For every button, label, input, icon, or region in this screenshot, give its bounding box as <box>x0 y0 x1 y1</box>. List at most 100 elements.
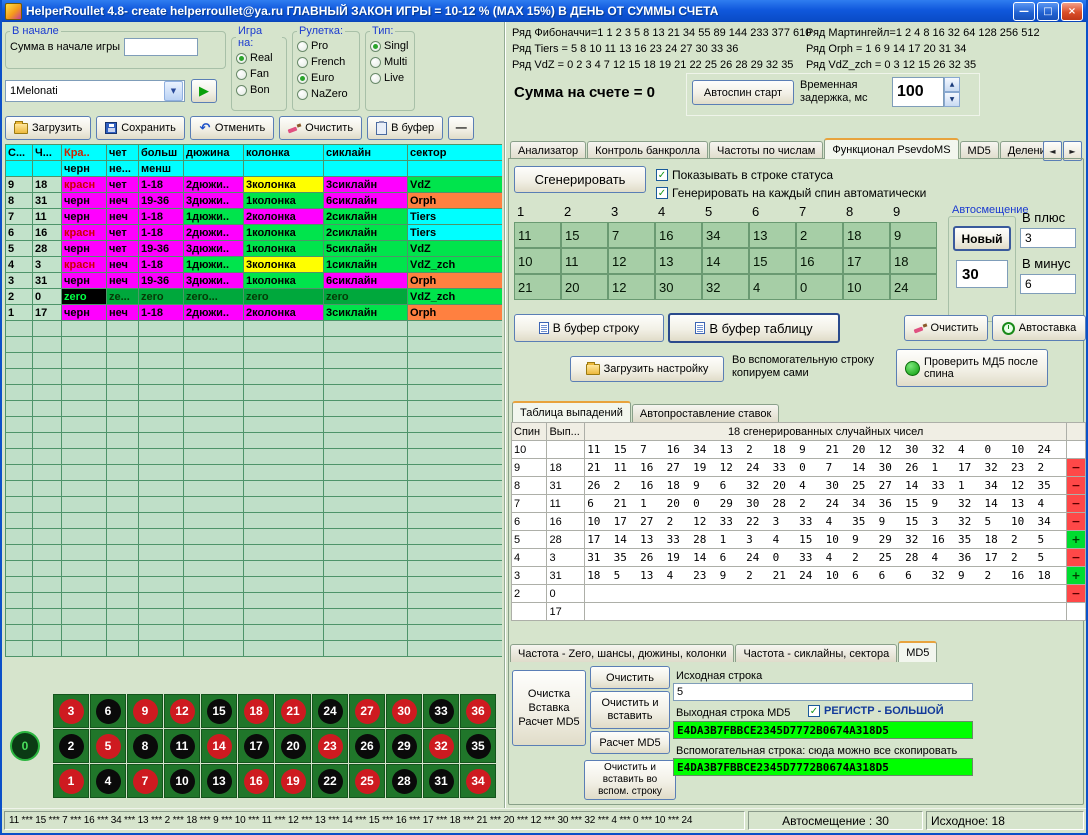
bottom-tab-0[interactable]: Частота - Zero, шансы, дюжины, колонки <box>510 644 734 662</box>
roulette-cell-5[interactable]: 5 <box>90 729 126 763</box>
roulette-cell-16[interactable]: 16 <box>238 764 274 798</box>
roulette-number-10[interactable]: 10 <box>170 769 195 794</box>
roulette-cell-2[interactable]: 2 <box>53 729 89 763</box>
roulette-cell-13[interactable]: 13 <box>201 764 237 798</box>
roulette-number-3[interactable]: 3 <box>59 699 84 724</box>
maximize-button[interactable]: □ <box>1037 2 1059 21</box>
checkbox-auto-generate[interactable]: ✓ Генерировать на каждый спин автоматиче… <box>656 186 926 200</box>
load-button[interactable]: Загрузить <box>5 116 91 140</box>
main-tab-1[interactable]: Контроль банкролла <box>587 141 708 159</box>
roulette-number-17[interactable]: 17 <box>244 734 269 759</box>
main-tab-2[interactable]: Частоты по числам <box>709 141 823 159</box>
md5-source-input[interactable] <box>673 683 973 701</box>
roulette-number-19[interactable]: 19 <box>281 769 306 794</box>
roulette-number-13[interactable]: 13 <box>207 769 232 794</box>
roulette-cell-7[interactable]: 7 <box>127 764 163 798</box>
roulette-number-25[interactable]: 25 <box>355 769 380 794</box>
roulette-cell-31[interactable]: 31 <box>423 764 459 798</box>
roulette-cell-21[interactable]: 21 <box>275 694 311 728</box>
game-option-real[interactable]: Real <box>236 50 282 66</box>
roulette-number-14[interactable]: 14 <box>207 734 232 759</box>
main-tab-3[interactable]: Функционал PsevdoMS <box>824 138 958 159</box>
roulette-number-22[interactable]: 22 <box>318 769 343 794</box>
roulette-cell-32[interactable]: 32 <box>423 729 459 763</box>
roulette-cell-36[interactable]: 36 <box>460 694 496 728</box>
buffer-button[interactable]: В буфер <box>367 116 443 140</box>
clear-generator-button[interactable]: Очистить <box>904 315 988 341</box>
roulette-number-35[interactable]: 35 <box>466 734 491 759</box>
roulette-cell-24[interactable]: 24 <box>312 694 348 728</box>
roulette-number-8[interactable]: 8 <box>133 734 158 759</box>
roulette-cell-9[interactable]: 9 <box>127 694 163 728</box>
roulette-cell-33[interactable]: 33 <box>423 694 459 728</box>
generate-button[interactable]: Сгенерировать <box>514 166 646 193</box>
md5-clear-paste-button[interactable]: Очистить и вставить <box>590 691 670 729</box>
title-bar[interactable]: HelperRoullet 4.8- create helperroullet@… <box>2 0 1086 22</box>
roulette-number-12[interactable]: 12 <box>170 699 195 724</box>
roulette-cell-10[interactable]: 10 <box>164 764 200 798</box>
roulette-number-36[interactable]: 36 <box>466 699 491 724</box>
md5-calc-button[interactable]: Расчет MD5 <box>590 731 670 754</box>
roulette-cell-22[interactable]: 22 <box>312 764 348 798</box>
roulette-cell-20[interactable]: 20 <box>275 729 311 763</box>
check-md5-button[interactable]: Проверить МД5 после спина <box>896 349 1048 387</box>
roulette-cell-3[interactable]: 3 <box>53 694 89 728</box>
autobet-button[interactable]: Автоставка <box>992 315 1086 341</box>
wheel-option-nazero[interactable]: NaZero <box>297 86 355 102</box>
roulette-number-20[interactable]: 20 <box>281 734 306 759</box>
roulette-cell-14[interactable]: 14 <box>201 729 237 763</box>
bottom-tab-2[interactable]: MD5 <box>898 641 937 662</box>
md5-clear-button[interactable]: Очистить <box>590 666 670 689</box>
roulette-number-30[interactable]: 30 <box>392 699 417 724</box>
collapse-button[interactable]: — <box>448 116 474 140</box>
roulette-number-31[interactable]: 31 <box>429 769 454 794</box>
wheel-option-euro[interactable]: Euro <box>297 70 355 86</box>
checkbox-show-status[interactable]: ✓ Показывать в строке статуса <box>656 168 833 182</box>
delay-input[interactable] <box>892 77 944 107</box>
minimize-button[interactable]: — <box>1013 2 1035 21</box>
main-tab-0[interactable]: Анализатор <box>510 141 586 159</box>
plus-input[interactable] <box>1020 228 1076 248</box>
spin-tab-0[interactable]: Таблица выпадений <box>512 401 631 422</box>
roulette-number-33[interactable]: 33 <box>429 699 454 724</box>
register-checkbox[interactable]: ✓ РЕГИСТР - БОЛЬШОЙ <box>808 705 944 717</box>
roulette-number-1[interactable]: 1 <box>59 769 84 794</box>
undo-button[interactable]: ↶Отменить <box>190 116 274 140</box>
roulette-number-11[interactable]: 11 <box>170 734 195 759</box>
minus-input[interactable] <box>1020 274 1076 294</box>
autoshift-input[interactable] <box>956 260 1008 288</box>
load-settings-button[interactable]: Загрузить настройку <box>570 356 724 382</box>
clear-button[interactable]: Очистить <box>279 116 362 140</box>
roulette-cell-30[interactable]: 30 <box>386 694 422 728</box>
type-option-singl[interactable]: Singl <box>370 38 410 54</box>
type-option-multi[interactable]: Multi <box>370 54 410 70</box>
roulette-cell-29[interactable]: 29 <box>386 729 422 763</box>
roulette-number-32[interactable]: 32 <box>429 734 454 759</box>
roulette-cell-27[interactable]: 27 <box>349 694 385 728</box>
roulette-cell-18[interactable]: 18 <box>238 694 274 728</box>
roulette-cell-28[interactable]: 28 <box>386 764 422 798</box>
roulette-number-4[interactable]: 4 <box>96 769 121 794</box>
buffer-table-button[interactable]: В буфер таблицу <box>668 313 840 343</box>
start-sum-input[interactable] <box>124 38 198 56</box>
roulette-number-24[interactable]: 24 <box>318 699 343 724</box>
bottom-tab-1[interactable]: Частота - сиклайны, сектора <box>735 644 897 662</box>
roulette-cell-35[interactable]: 35 <box>460 729 496 763</box>
roulette-cell-25[interactable]: 25 <box>349 764 385 798</box>
preset-select[interactable]: 1Melonati ▼ <box>5 80 185 102</box>
roulette-cell-12[interactable]: 12 <box>164 694 200 728</box>
roulette-number-15[interactable]: 15 <box>207 699 232 724</box>
roulette-number-6[interactable]: 6 <box>96 699 121 724</box>
spin-down-icon[interactable]: ▼ <box>944 92 960 107</box>
roulette-cell-15[interactable]: 15 <box>201 694 237 728</box>
md5-clear-paste-aux-button[interactable]: Очистить и вставить во вспом. строку <box>584 760 676 800</box>
roulette-cell-11[interactable]: 11 <box>164 729 200 763</box>
game-option-fan[interactable]: Fan <box>236 66 282 82</box>
md5-main-button[interactable]: Очистка Вставка Расчет MD5 <box>512 670 586 746</box>
spin-up-icon[interactable]: ▲ <box>944 77 960 92</box>
play-button[interactable]: ▶ <box>191 79 217 103</box>
roulette-number-0[interactable]: 0 <box>10 731 40 761</box>
roulette-number-16[interactable]: 16 <box>244 769 269 794</box>
main-tab-5[interactable]: Деление ко... <box>1000 141 1044 159</box>
roulette-cell-1[interactable]: 1 <box>53 764 89 798</box>
